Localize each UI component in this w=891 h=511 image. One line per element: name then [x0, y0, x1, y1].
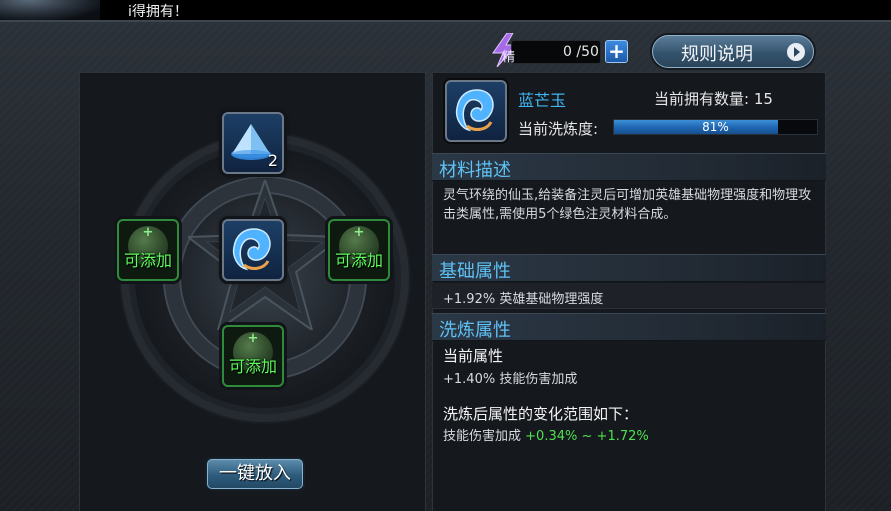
add-label: 可添加	[334, 251, 383, 270]
refine-progress-text: 81%	[702, 120, 729, 134]
range-line: 技能伤害加成 +0.34% ~ +1.72%	[443, 425, 649, 444]
range-separator: ~	[581, 429, 593, 444]
energy-add-button[interactable]: +	[605, 40, 628, 63]
range-max: +1.72%	[596, 429, 649, 444]
add-label: 可添加	[123, 251, 172, 270]
section-material-header: 材料描述	[432, 153, 826, 181]
blue-jade-icon	[232, 228, 271, 271]
energy-value: 0 /50	[563, 44, 599, 60]
refine-progress-bar: 81%	[613, 119, 818, 135]
range-min: +0.34%	[525, 429, 578, 444]
basic-attr-text: +1.92% 英雄基础物理强度	[443, 292, 604, 307]
add-label: 可添加	[228, 357, 277, 376]
energy-icon-char: 精	[502, 50, 516, 65]
section-basic-header: 基础属性	[432, 254, 826, 282]
result-slot[interactable]	[222, 219, 284, 281]
one-key-add-button[interactable]: 一键放入	[207, 459, 303, 489]
item-icon	[445, 80, 507, 142]
section-refine-header: 洗炼属性	[432, 313, 826, 341]
rules-label: 规则说明	[681, 44, 753, 65]
material-slot-right[interactable]: + 可添加	[328, 219, 390, 281]
plus-icon: +	[142, 225, 154, 240]
current-attr-title: 当前属性	[443, 347, 504, 365]
material-slot-left[interactable]: + 可添加	[117, 219, 179, 281]
section-basic-title: 基础属性	[439, 261, 511, 282]
refine-label: 当前洗炼度:	[518, 120, 599, 138]
plus-icon: +	[353, 225, 365, 240]
blue-jade-icon	[455, 89, 494, 132]
current-attr-text: +1.40% 技能伤害加成	[443, 372, 578, 387]
range-prefix: 技能伤害加成	[443, 429, 522, 444]
section-refine-title: 洗炼属性	[439, 320, 511, 341]
item-name: 蓝芒玉	[518, 91, 567, 110]
notice-text: i得拥有！	[128, 4, 188, 20]
notice-bar: i得拥有！	[0, 0, 891, 20]
material-slot-bottom[interactable]: + 可添加	[222, 325, 284, 387]
slot-count: 2	[267, 151, 278, 170]
plus-icon: +	[247, 331, 259, 346]
range-title: 洗炼后属性的变化范围如下：	[443, 405, 639, 423]
section-material-title: 材料描述	[439, 160, 511, 181]
material-slot-top[interactable]: 2	[222, 112, 284, 174]
item-owned-count: 当前拥有数量: 15	[654, 90, 773, 108]
ornament-decoration	[0, 0, 100, 20]
play-arrow-icon	[787, 43, 805, 61]
rules-button[interactable]: 规则说明	[652, 35, 814, 68]
material-description: 灵气环绕的仙玉,给装备注灵后可增加英雄基础物理强度和物理攻击类属性,需使用5个绿…	[443, 188, 812, 222]
